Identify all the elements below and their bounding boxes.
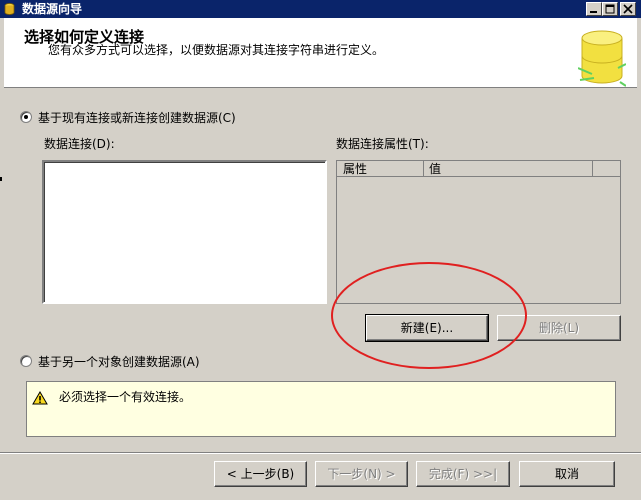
minimize-button[interactable] xyxy=(586,2,602,16)
other-object-label[interactable]: 基于另一个对象创建数据源(A) xyxy=(38,353,200,370)
warning-icon xyxy=(32,391,48,405)
wizard-header: 选择如何定义连接 您有众多方式可以选择，以便数据源对其连接字符串进行定义。 xyxy=(4,18,637,88)
new-connection-button[interactable]: 新建(E)... xyxy=(365,314,489,342)
column-header-property[interactable]: 属性 xyxy=(339,161,424,177)
warning-text: 必须选择一个有效连接。 xyxy=(59,390,192,404)
cancel-button[interactable]: 取消 xyxy=(519,461,615,487)
minimize-icon xyxy=(590,11,597,13)
next-button[interactable]: 下一步(N) > xyxy=(315,461,408,487)
existing-connection-radio[interactable] xyxy=(20,111,32,123)
footer-separator xyxy=(0,452,641,454)
delete-connection-button[interactable]: 删除(L) xyxy=(497,315,621,341)
close-button[interactable] xyxy=(620,2,636,16)
finish-button[interactable]: 完成(F) >>| xyxy=(416,461,510,487)
data-connections-label: 数据连接(D): xyxy=(44,137,115,151)
edge-mark xyxy=(0,177,2,181)
close-icon xyxy=(623,4,633,14)
connection-properties-label: 数据连接属性(T): xyxy=(336,137,429,151)
warning-message-box: 必须选择一个有效连接。 xyxy=(26,381,616,437)
existing-connection-label[interactable]: 基于现有连接或新连接创建数据源(C) xyxy=(38,109,236,126)
maximize-button[interactable] xyxy=(602,2,618,16)
window-title: 数据源向导 xyxy=(22,2,83,16)
page-description: 您有众多方式可以选择，以便数据源对其连接字符串进行定义。 xyxy=(48,43,385,57)
column-header-value[interactable]: 值 xyxy=(425,161,593,177)
database-icon xyxy=(578,30,626,87)
datasource-icon xyxy=(4,3,15,15)
data-connections-list[interactable] xyxy=(42,160,327,304)
back-button[interactable]: < 上一步(B) xyxy=(214,461,307,487)
title-bar[interactable]: 数据源向导 xyxy=(0,0,641,18)
connection-properties-grid[interactable]: 属性 值 xyxy=(336,160,621,304)
maximize-icon xyxy=(605,4,615,14)
properties-header: 属性 值 xyxy=(337,161,620,177)
other-object-radio[interactable] xyxy=(20,355,32,367)
